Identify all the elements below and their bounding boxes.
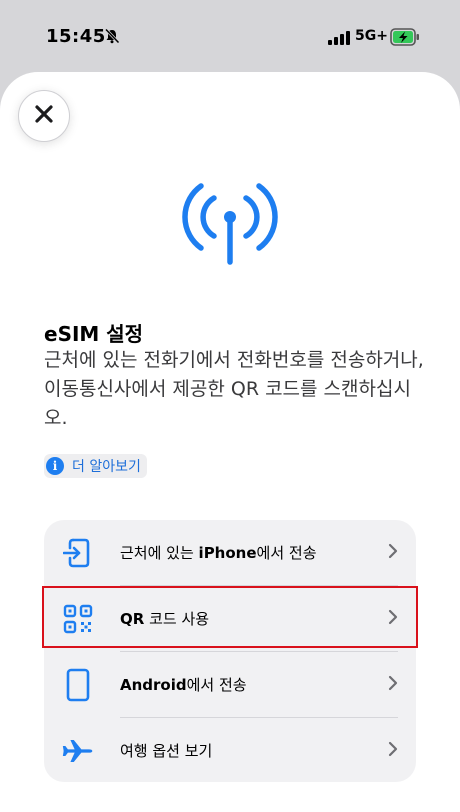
signal-icon	[328, 30, 350, 49]
option-use-qr-code[interactable]: QR 코드 사용	[44, 586, 416, 651]
learn-more-label: 더 알아보기	[72, 459, 141, 475]
status-bar: 15:45 5G+	[0, 0, 460, 72]
qr-code-icon	[62, 603, 94, 635]
info-icon: i	[46, 457, 64, 475]
learn-more-link[interactable]: i 더 알아보기	[44, 454, 147, 478]
chevron-right-icon	[388, 543, 398, 563]
antenna-signal-icon	[180, 180, 280, 274]
status-time: 15:45	[46, 26, 106, 47]
close-icon	[34, 104, 54, 128]
option-transfer-from-iphone[interactable]: 근처에 있는 iPhone에서 전송	[44, 520, 416, 585]
bell-muted-icon	[104, 28, 120, 48]
option-travel-options[interactable]: 여행 옵션 보기	[44, 718, 416, 782]
option-label: 여행 옵션 보기	[120, 742, 213, 760]
chevron-right-icon	[388, 741, 398, 761]
page-description: 근처에 있는 전화기에서 전화번호를 전송하거나, 이동통신사에서 제공한 QR…	[44, 349, 424, 429]
close-button[interactable]	[18, 90, 70, 142]
chevron-right-icon	[388, 675, 398, 695]
option-transfer-from-android[interactable]: Android에서 전송	[44, 652, 416, 717]
airplane-icon	[62, 735, 94, 767]
phone-transfer-icon	[62, 537, 94, 569]
option-label: Android에서 전송	[120, 676, 247, 694]
option-label: QR 코드 사용	[120, 610, 210, 628]
battery-charging-icon	[390, 28, 420, 50]
chevron-right-icon	[388, 609, 398, 629]
android-phone-icon	[62, 668, 94, 701]
network-label: 5G+	[355, 28, 388, 44]
setup-options-list: 근처에 있는 iPhone에서 전송 QR 코드 사용 Android에서 전송…	[44, 520, 416, 782]
option-label: 근처에 있는 iPhone에서 전송	[120, 544, 317, 562]
page-title: eSIM 설정	[44, 322, 144, 346]
